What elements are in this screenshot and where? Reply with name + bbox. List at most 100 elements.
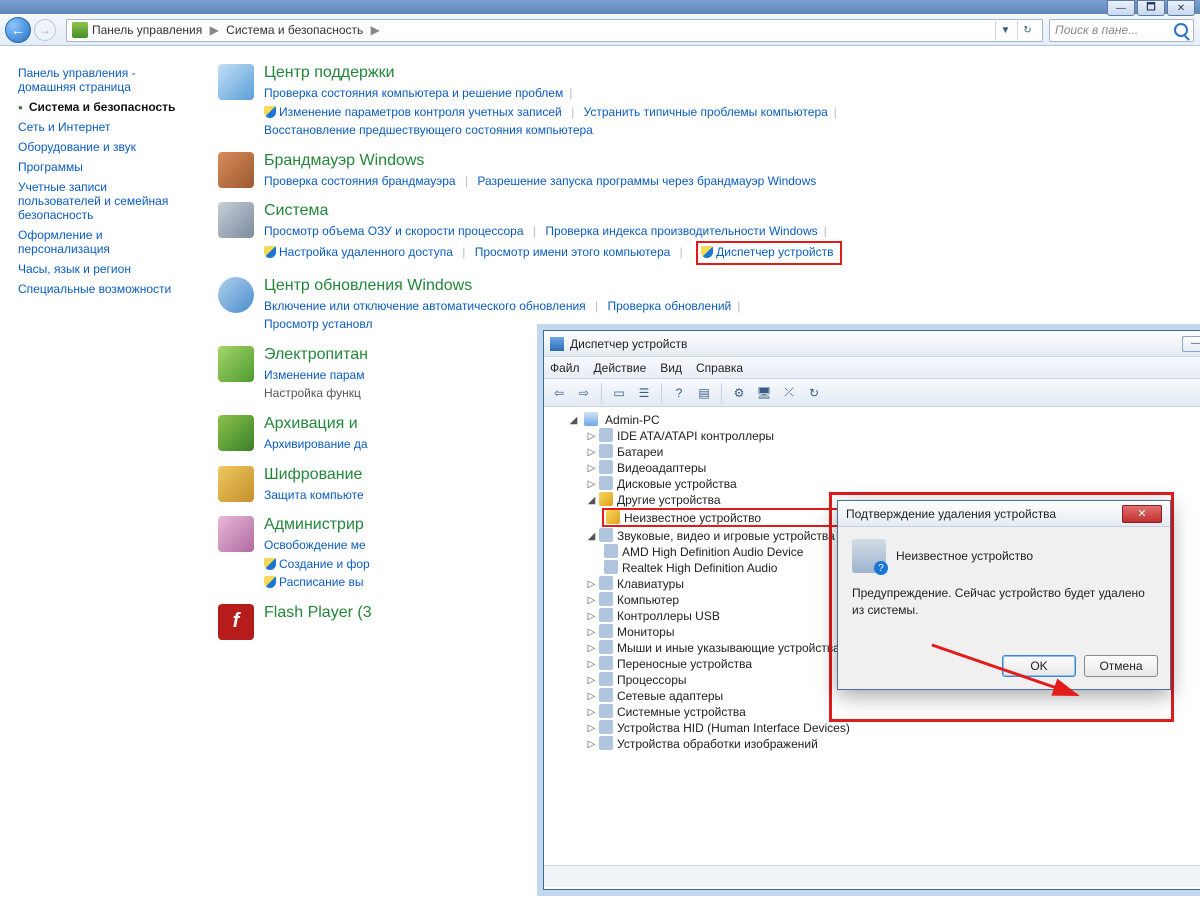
dm-minimize-button[interactable]: — (1182, 336, 1200, 352)
link-remote[interactable]: Настройка удаленного доступа (279, 245, 453, 259)
tree-node[interactable]: Мыши и иные указывающие устройства (617, 641, 840, 655)
link-check-status[interactable]: Проверка состояния компьютера и решение … (264, 86, 563, 100)
breadcrumb-item[interactable]: Система и безопасность (226, 23, 363, 37)
menu-view[interactable]: Вид (660, 361, 682, 375)
address-dropdown-button[interactable]: ▼ (995, 21, 1015, 40)
toolbar-update-button[interactable]: ⚙ (728, 382, 750, 404)
toolbar-help-button[interactable]: ? (668, 382, 690, 404)
expander-icon[interactable]: ▷ (586, 463, 597, 474)
nav-back-button[interactable]: ← (5, 17, 31, 43)
window-minimize-button[interactable]: — (1107, 0, 1135, 16)
tree-node[interactable]: Устройства обработки изображений (617, 737, 818, 751)
address-refresh-button[interactable]: ↻ (1017, 21, 1037, 40)
sidebar-item-hardware-sound[interactable]: Оборудование и звук (18, 140, 188, 154)
sidebar-item-system-security[interactable]: Система и безопасность (18, 100, 188, 114)
device-tree[interactable]: ◢ Admin-PC ▷IDE ATA/ATAPI контроллеры ▷Б… (544, 407, 1200, 865)
expander-icon[interactable]: ▷ (586, 707, 597, 718)
expander-icon[interactable]: ▷ (586, 643, 597, 654)
tree-node[interactable]: IDE ATA/ATAPI контроллеры (617, 429, 774, 443)
menu-help[interactable]: Справка (696, 361, 743, 375)
address-bar[interactable]: Панель управления ▶ Система и безопаснос… (66, 19, 1043, 42)
tree-node[interactable]: Мониторы (617, 625, 674, 639)
expander-icon[interactable]: ▷ (586, 447, 597, 458)
toolbar-disable-button[interactable]: ⤫ (778, 382, 800, 404)
tree-node[interactable]: Звуковые, видео и игровые устройства (617, 529, 835, 543)
category-title[interactable]: Система (264, 202, 842, 220)
category-title[interactable]: Flash Player (3 (264, 604, 372, 622)
sidebar-item-accessibility[interactable]: Специальные возможности (18, 282, 188, 296)
link-installed[interactable]: Просмотр установл (264, 317, 372, 331)
breadcrumb-item[interactable]: Панель управления (92, 23, 202, 37)
tree-node-unknown[interactable]: Неизвестное устройство (624, 511, 761, 525)
tree-node[interactable]: Дисковые устройства (617, 477, 737, 491)
tree-root[interactable]: Admin-PC (605, 413, 660, 427)
nav-forward-button[interactable]: → (34, 19, 56, 41)
category-title[interactable]: Администрир (264, 516, 370, 534)
confirm-cancel-button[interactable]: Отмена (1084, 655, 1158, 677)
sidebar-item-home[interactable]: Панель управления - домашняя страница (18, 66, 188, 94)
category-title[interactable]: Центр обновления Windows (264, 277, 746, 295)
link-perf-index[interactable]: Проверка индекса производительности Wind… (545, 224, 817, 238)
expander-icon[interactable]: ◢ (568, 415, 579, 426)
link-schedule[interactable]: Расписание вы (279, 575, 364, 589)
link-backup[interactable]: Архивирование да (264, 437, 368, 451)
link-check-updates[interactable]: Проверка обновлений (607, 299, 731, 313)
window-close-button[interactable]: ✕ (1167, 0, 1195, 16)
category-title[interactable]: Архивация и (264, 415, 368, 433)
expander-icon[interactable]: ▷ (586, 723, 597, 734)
tree-node[interactable]: Устройства HID (Human Interface Devices) (617, 721, 850, 735)
tree-node[interactable]: Контроллеры USB (617, 609, 720, 623)
menu-file[interactable]: Файл (550, 361, 580, 375)
sidebar-item-accounts[interactable]: Учетные записи пользователей и семейная … (18, 180, 188, 222)
expander-icon[interactable]: ▷ (586, 739, 597, 750)
link-power-1[interactable]: Изменение парам (264, 368, 364, 382)
link-uac[interactable]: Изменение параметров контроля учетных за… (279, 105, 562, 119)
tree-node[interactable]: Системные устройства (617, 705, 746, 719)
toolbar-forward-button[interactable]: ⇨ (573, 382, 595, 404)
sidebar-item-clock-region[interactable]: Часы, язык и регион (18, 262, 188, 276)
breadcrumb[interactable]: Панель управления ▶ Система и безопаснос… (92, 23, 384, 37)
expander-icon[interactable]: ◢ (586, 495, 597, 506)
link-auto-update[interactable]: Включение или отключение автоматического… (264, 299, 586, 313)
link-bitlocker[interactable]: Защита компьюте (264, 488, 364, 502)
link-format[interactable]: Создание и фор (279, 557, 370, 571)
category-title[interactable]: Центр поддержки (264, 64, 843, 82)
category-title[interactable]: Шифрование (264, 466, 364, 484)
sidebar-item-network[interactable]: Сеть и Интернет (18, 120, 188, 134)
expander-icon[interactable]: ◢ (586, 531, 597, 542)
category-title[interactable]: Брандмауэр Windows (264, 152, 816, 170)
tree-node[interactable]: Компьютер (617, 593, 679, 607)
expander-icon[interactable]: ▷ (586, 431, 597, 442)
expander-icon[interactable]: ▷ (586, 691, 597, 702)
confirm-ok-button[interactable]: OK (1002, 655, 1076, 677)
toolbar-back-button[interactable]: ⇦ (548, 382, 570, 404)
expander-icon[interactable]: ▷ (586, 579, 597, 590)
toolbar-properties-button[interactable]: ☰ (633, 382, 655, 404)
expander-icon[interactable]: ▷ (586, 659, 597, 670)
link-fw-allow[interactable]: Разрешение запуска программы через бранд… (477, 174, 816, 188)
link-computer-name[interactable]: Просмотр имени этого компьютера (475, 245, 671, 259)
expander-icon[interactable]: ▷ (586, 479, 597, 490)
link-fw-status[interactable]: Проверка состояния брандмауэра (264, 174, 456, 188)
category-title[interactable]: Электропитан (264, 346, 368, 364)
link-ram-cpu[interactable]: Просмотр объема ОЗУ и скорости процессор… (264, 224, 524, 238)
expander-icon[interactable]: ▷ (586, 595, 597, 606)
toolbar-uninstall-button[interactable]: 🖥 (753, 382, 775, 404)
toolbar-show-button[interactable]: ▭ (608, 382, 630, 404)
device-manager-titlebar[interactable]: Диспетчер устройств — 🗖 ✕ (544, 331, 1200, 357)
sidebar-item-appearance[interactable]: Оформление и персонализация (18, 228, 188, 256)
tree-node[interactable]: Видеоадаптеры (617, 461, 706, 475)
toolbar-scan-button[interactable]: ▤ (693, 382, 715, 404)
confirm-titlebar[interactable]: Подтверждение удаления устройства ✕ (838, 501, 1170, 527)
menu-action[interactable]: Действие (594, 361, 647, 375)
link-restore[interactable]: Восстановление предшествующего состояния… (264, 123, 593, 137)
tree-node[interactable]: Сетевые адаптеры (617, 689, 723, 703)
tree-node-other[interactable]: Другие устройства (617, 493, 721, 507)
expander-icon[interactable]: ▷ (586, 627, 597, 638)
link-device-manager[interactable]: Диспетчер устройств (716, 245, 833, 259)
tree-node[interactable]: Realtek High Definition Audio (622, 561, 777, 575)
sidebar-item-programs[interactable]: Программы (18, 160, 188, 174)
search-input[interactable]: Поиск в пане... (1049, 19, 1194, 42)
window-maximize-button[interactable]: 🗖 (1137, 0, 1165, 16)
tree-node[interactable]: Клавиатуры (617, 577, 684, 591)
